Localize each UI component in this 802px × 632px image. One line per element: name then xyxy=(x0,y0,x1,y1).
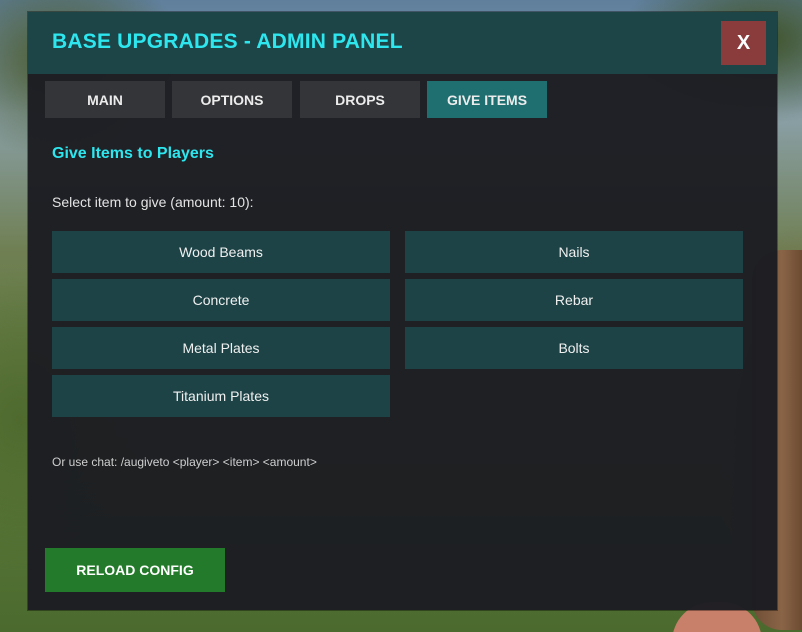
admin-panel: BASE UPGRADES - ADMIN PANEL X MAIN OPTIO… xyxy=(28,12,777,610)
give-nails-button[interactable]: Nails xyxy=(405,231,743,273)
reload-config-button[interactable]: RELOAD CONFIG xyxy=(45,548,225,592)
tab-options[interactable]: OPTIONS xyxy=(172,81,292,118)
give-metal-plates-button[interactable]: Metal Plates xyxy=(52,327,390,369)
give-bolts-button[interactable]: Bolts xyxy=(405,327,743,369)
section-title: Give Items to Players xyxy=(52,145,214,162)
close-button[interactable]: X xyxy=(721,21,766,65)
give-instruction: Select item to give (amount: 10): xyxy=(52,194,254,210)
give-wood-beams-button[interactable]: Wood Beams xyxy=(52,231,390,273)
tab-drops[interactable]: DROPS xyxy=(300,81,420,118)
give-titanium-plates-button[interactable]: Titanium Plates xyxy=(52,375,390,417)
panel-header: BASE UPGRADES - ADMIN PANEL X xyxy=(28,12,777,74)
give-concrete-button[interactable]: Concrete xyxy=(52,279,390,321)
give-rebar-button[interactable]: Rebar xyxy=(405,279,743,321)
panel-title: BASE UPGRADES - ADMIN PANEL xyxy=(52,30,403,53)
tab-give-items[interactable]: GIVE ITEMS xyxy=(427,81,547,118)
tab-main[interactable]: MAIN xyxy=(45,81,165,118)
chat-command-hint: Or use chat: /augiveto <player> <item> <… xyxy=(52,455,317,469)
